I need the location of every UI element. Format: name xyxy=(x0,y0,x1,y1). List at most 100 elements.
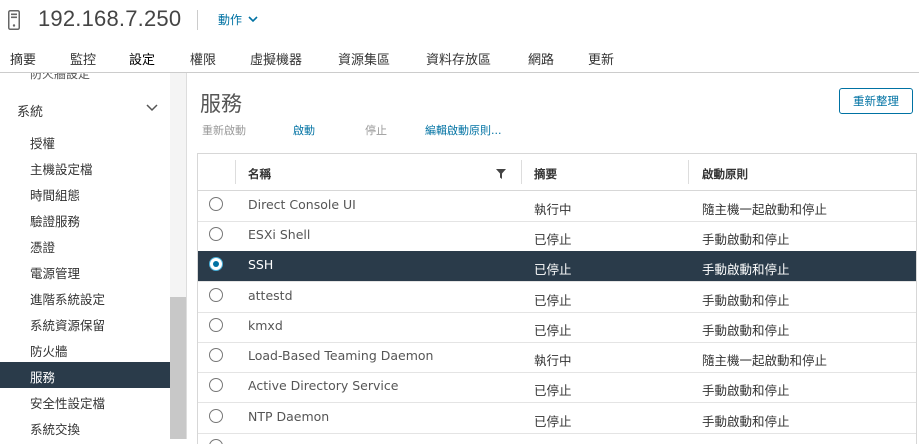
sidebar-item-label: 時間組態 xyxy=(30,188,81,203)
sidebar-item-label: 授權 xyxy=(30,136,56,151)
host-title: 192.168.7.250 xyxy=(38,6,182,31)
sidebar-item-resource-reservation[interactable]: 系統資源保留 xyxy=(0,310,170,336)
column-divider[interactable] xyxy=(521,160,522,184)
table-row[interactable]: NTP Daemon 已停止 手動啟動和停止 xyxy=(198,403,916,434)
sidebar-item-firewall[interactable]: 防火牆 xyxy=(0,336,170,362)
cell-name: Active Directory Service xyxy=(248,378,399,393)
sidebar-item-label: 安全性設定檔 xyxy=(30,396,106,411)
tab-summary[interactable]: 摘要 xyxy=(10,49,36,74)
tab-bar: 摘要 監控 設定 權限 虛擬機器 資源集區 資料存放區 網路 更新 xyxy=(0,44,919,77)
actions-label: 動作 xyxy=(218,13,243,27)
row-radio[interactable] xyxy=(209,409,223,423)
sidebar-item-label: 防火牆 xyxy=(30,344,68,359)
cell-startup-policy: 隨主機一起啟動和停止 xyxy=(702,353,828,368)
row-radio[interactable] xyxy=(209,348,223,362)
tab-datastores[interactable]: 資料存放區 xyxy=(426,49,491,74)
row-radio[interactable] xyxy=(209,378,223,392)
table-row[interactable]: Direct Console UI 執行中 隨主機一起啟動和停止 xyxy=(198,191,916,222)
cell-name: kmxd xyxy=(248,318,283,333)
sidebar-item-label: 系統資源保留 xyxy=(30,318,106,333)
table-row[interactable]: Active Directory Service 已停止 手動啟動和停止 xyxy=(198,372,916,403)
table-header: 名稱 摘要 啟動原則 xyxy=(198,154,916,191)
column-divider xyxy=(235,160,236,184)
filter-icon[interactable] xyxy=(496,169,506,179)
services-table: 名稱 摘要 啟動原則 Direct Console UI 執行中 隨主機一起啟動… xyxy=(197,153,917,444)
cell-startup-policy: 手動啟動和停止 xyxy=(702,232,790,247)
page-title: 服務 xyxy=(200,92,242,116)
column-header-summary[interactable]: 摘要 xyxy=(534,166,557,182)
restart-button[interactable]: 重新啟動 xyxy=(202,122,246,138)
cell-startup-policy: 手動啟動和停止 xyxy=(702,323,790,338)
sidebar-item-host-profile[interactable]: 主機設定檔 xyxy=(0,154,170,180)
sidebar-item-cut[interactable]: 防火牆設定 xyxy=(30,73,90,82)
sidebar-item-security-profile[interactable]: 安全性設定檔 xyxy=(0,388,170,414)
sidebar-item-label: 憑證 xyxy=(30,240,56,255)
tab-monitor[interactable]: 監控 xyxy=(70,49,96,74)
cell-status: 已停止 xyxy=(534,323,572,338)
sidebar-item-services[interactable]: 服務 xyxy=(0,362,170,388)
chevron-down-icon[interactable] xyxy=(146,104,158,112)
cell-name: Load-Based Teaming Daemon xyxy=(248,348,434,363)
start-button[interactable]: 啟動 xyxy=(293,122,315,138)
refresh-button[interactable]: 重新整理 xyxy=(839,88,913,114)
actions-menu-button[interactable]: 動作 xyxy=(218,11,258,28)
sidebar-item-label: 驗證服務 xyxy=(30,214,81,229)
cell-status: 已停止 xyxy=(534,414,572,429)
cell-name: NTP Daemon xyxy=(248,409,330,424)
sidebar-item-label: 進階系統設定 xyxy=(30,292,106,307)
tab-vms[interactable]: 虛擬機器 xyxy=(250,49,302,74)
cell-name: SSH xyxy=(248,257,274,272)
row-radio[interactable] xyxy=(209,439,223,444)
sidebar-item-label: 電源管理 xyxy=(30,266,81,281)
row-radio[interactable] xyxy=(209,227,223,241)
tab-permissions[interactable]: 權限 xyxy=(190,49,216,74)
header: 192.168.7.250 動作 xyxy=(0,0,919,42)
tab-updates[interactable]: 更新 xyxy=(588,49,614,74)
stop-button[interactable]: 停止 xyxy=(365,122,387,138)
row-radio[interactable] xyxy=(209,288,223,302)
server-icon xyxy=(8,10,20,30)
sidebar-item-label: 主機設定檔 xyxy=(30,162,93,177)
table-row[interactable]: kmxd 已停止 手動啟動和停止 xyxy=(198,312,916,343)
cell-startup-policy: 手動啟動和停止 xyxy=(702,414,790,429)
cell-name: attestd xyxy=(248,288,293,303)
tab-networks[interactable]: 網路 xyxy=(528,49,554,74)
row-radio-checked[interactable] xyxy=(209,257,223,271)
cell-status: 執行中 xyxy=(534,202,572,217)
sidebar-item-certificate[interactable]: 憑證 xyxy=(0,232,170,258)
sidebar: 防火牆設定 系統 授權 主機設定檔 時間組態 驗證服務 憑證 電源管理 進階系統… xyxy=(0,73,187,439)
cell-status: 已停止 xyxy=(534,293,572,308)
table-row[interactable]: ESXi Shell 已停止 手動啟動和停止 xyxy=(198,221,916,252)
sidebar-item-auth-services[interactable]: 驗證服務 xyxy=(0,206,170,232)
sidebar-item-label: 系統交換 xyxy=(30,422,81,437)
table-row[interactable]: Load-Based Teaming Daemon 執行中 隨主機一起啟動和停止 xyxy=(198,342,916,373)
sidebar-item-label: 服務 xyxy=(30,370,56,385)
row-radio[interactable] xyxy=(209,318,223,332)
sidebar-item-power-management[interactable]: 電源管理 xyxy=(0,258,170,284)
column-divider[interactable] xyxy=(688,160,689,184)
edit-startup-policy-button[interactable]: 編輯啟動原則... xyxy=(425,122,502,138)
cell-startup-policy: 隨主機一起啟動和停止 xyxy=(702,202,828,217)
cell-startup-policy: 手動啟動和停止 xyxy=(702,262,790,277)
table-row[interactable]: attestd 已停止 手動啟動和停止 xyxy=(198,282,916,313)
sidebar-scrollbar-thumb[interactable] xyxy=(170,297,186,439)
sidebar-item-advanced-settings[interactable]: 進階系統設定 xyxy=(0,284,170,310)
tab-resource-pools[interactable]: 資源集區 xyxy=(338,49,390,74)
sidebar-item-system-swap[interactable]: 系統交換 xyxy=(0,414,170,439)
cell-status: 執行中 xyxy=(534,353,572,368)
cell-status: 已停止 xyxy=(534,232,572,247)
cell-startup-policy: 手動啟動和停止 xyxy=(702,293,790,308)
table-row-selected[interactable]: SSH 已停止 手動啟動和停止 xyxy=(198,251,916,282)
sidebar-item-time-config[interactable]: 時間組態 xyxy=(0,180,170,206)
cell-name: ESXi Shell xyxy=(248,227,311,242)
cell-status: 已停止 xyxy=(534,262,572,277)
column-header-name[interactable]: 名稱 xyxy=(248,166,271,182)
row-radio[interactable] xyxy=(209,197,223,211)
column-header-startup-policy[interactable]: 啟動原則 xyxy=(702,166,748,182)
cell-status: 已停止 xyxy=(534,383,572,398)
sidebar-group-system[interactable]: 系統 xyxy=(17,101,167,120)
header-divider xyxy=(197,10,198,30)
chevron-down-icon xyxy=(248,16,258,23)
sidebar-item-licensing[interactable]: 授權 xyxy=(0,128,170,154)
cell-startup-policy: 手動啟動和停止 xyxy=(702,383,790,398)
